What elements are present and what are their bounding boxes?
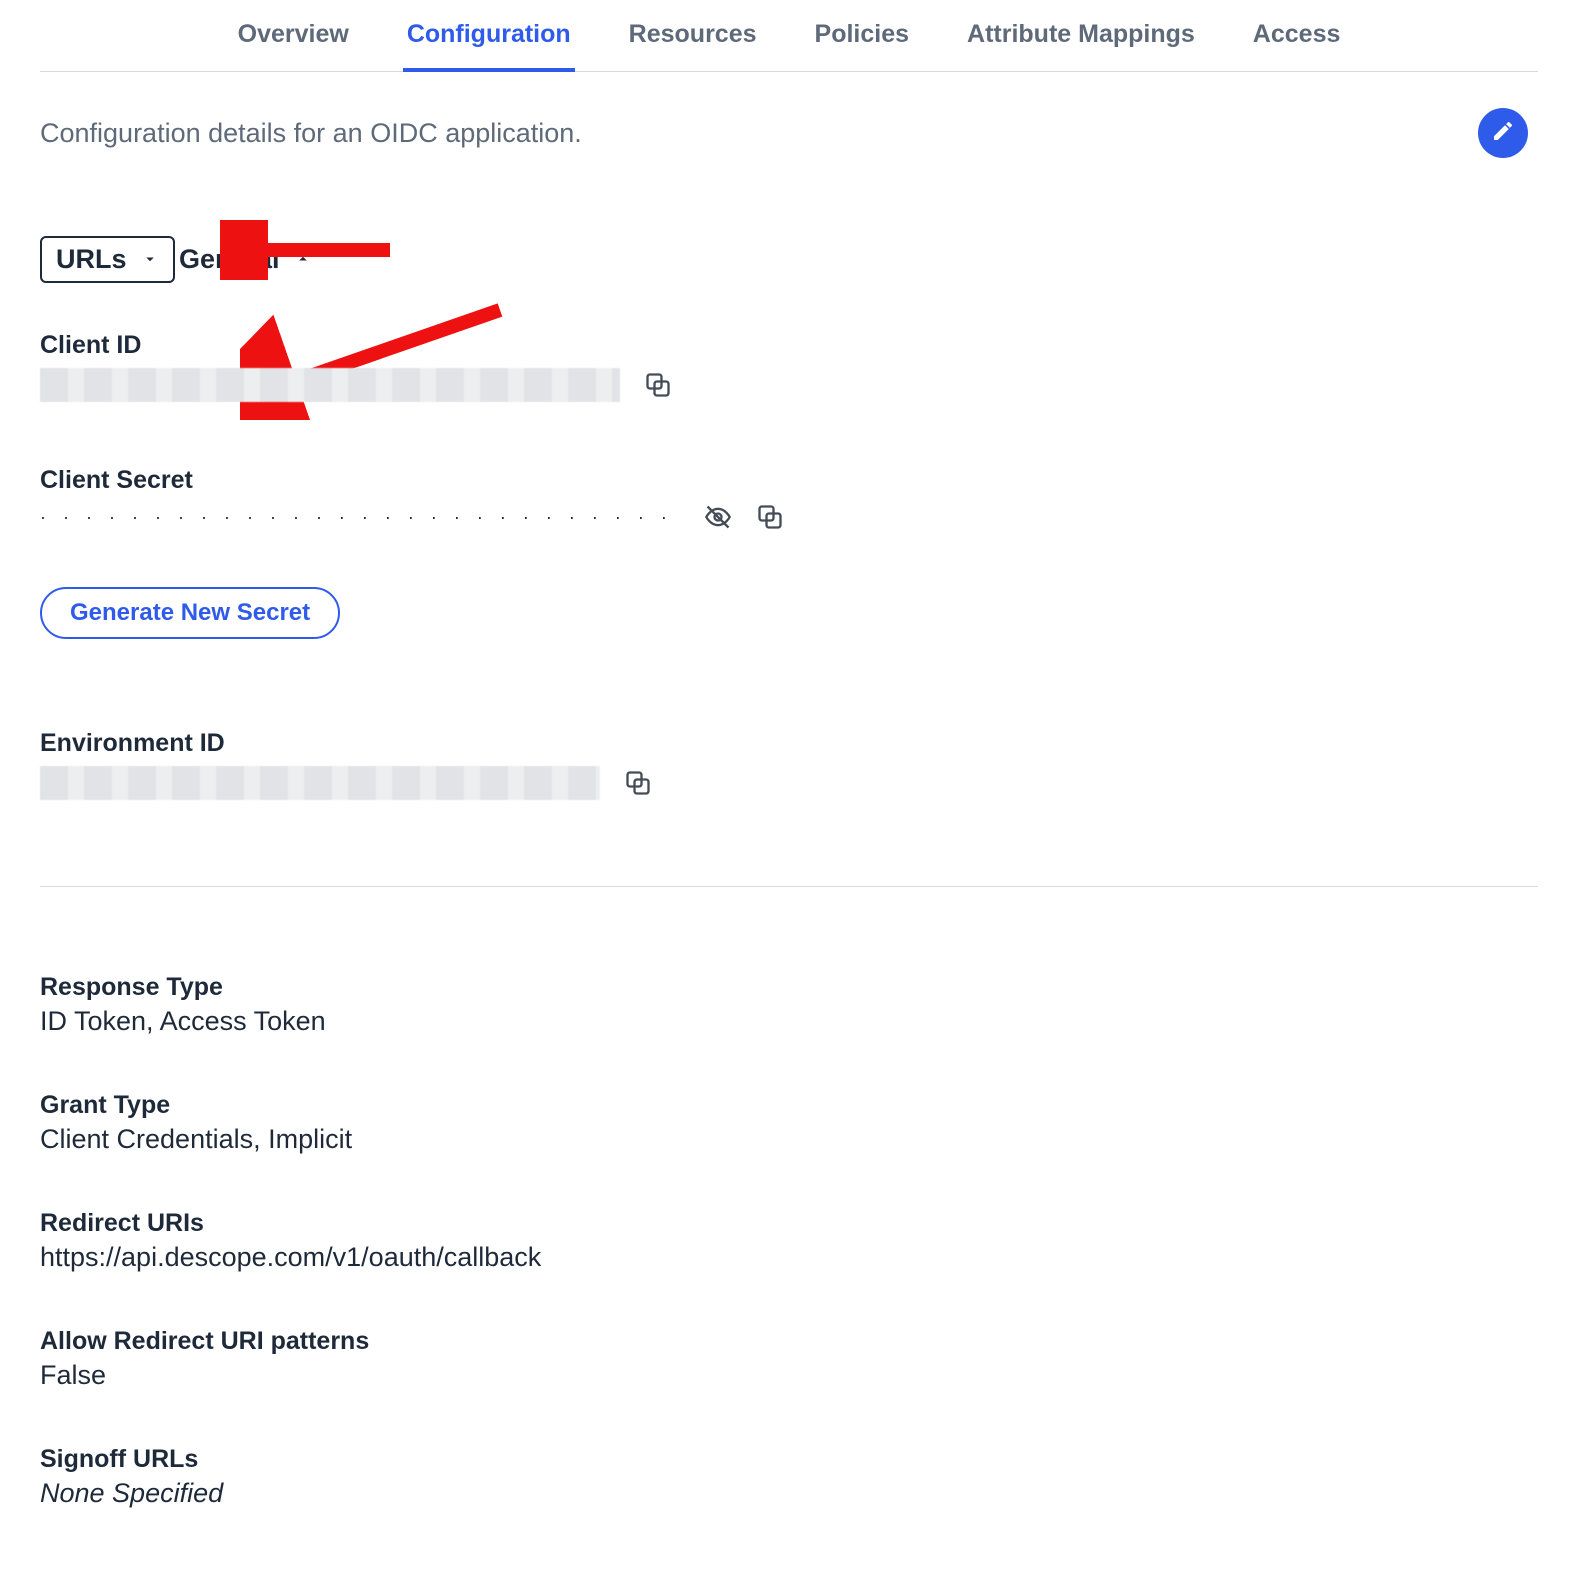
toggle-secret-visibility-button[interactable]: [704, 503, 732, 531]
allow-redirect-value: False: [40, 1360, 1538, 1391]
response-type-value: ID Token, Access Token: [40, 1006, 1538, 1037]
signoff-urls-value: None Specified: [40, 1478, 1538, 1509]
pencil-icon: [1491, 119, 1515, 148]
annotation-arrow-2: [240, 300, 520, 420]
signoff-urls-label: Signoff URLs: [40, 1445, 1538, 1474]
copy-client-secret-button[interactable]: [756, 503, 784, 531]
grant-type-value: Client Credentials, Implicit: [40, 1124, 1538, 1155]
copy-icon: [644, 371, 672, 399]
redirect-uris-label: Redirect URIs: [40, 1209, 1538, 1238]
tab-access[interactable]: Access: [1249, 20, 1345, 71]
allow-redirect-label: Allow Redirect URI patterns: [40, 1327, 1538, 1356]
tabs: Overview Configuration Resources Policie…: [40, 0, 1538, 72]
copy-environment-id-button[interactable]: [624, 769, 652, 797]
tab-policies[interactable]: Policies: [811, 20, 914, 71]
divider: [40, 886, 1538, 887]
chevron-down-icon: [141, 244, 159, 275]
client-secret-value: · · · · · · · · · · · · · · · · · · · · …: [40, 507, 680, 528]
client-secret-label: Client Secret: [40, 466, 1538, 495]
tab-overview[interactable]: Overview: [234, 20, 353, 71]
urls-dropdown[interactable]: URLs: [40, 236, 175, 283]
tab-resources[interactable]: Resources: [625, 20, 761, 71]
generate-new-secret-button[interactable]: Generate New Secret: [40, 587, 340, 639]
response-type-label: Response Type: [40, 973, 1538, 1002]
copy-icon: [756, 503, 784, 531]
tab-attribute-mappings[interactable]: Attribute Mappings: [963, 20, 1199, 71]
page-description: Configuration details for an OIDC applic…: [40, 118, 582, 149]
environment-id-label: Environment ID: [40, 729, 1538, 758]
copy-icon: [624, 769, 652, 797]
client-id-value: [40, 368, 620, 402]
copy-client-id-button[interactable]: [644, 371, 672, 399]
edit-button[interactable]: [1478, 108, 1528, 158]
grant-type-label: Grant Type: [40, 1091, 1538, 1120]
redirect-uris-value: https://api.descope.com/v1/oauth/callbac…: [40, 1242, 1538, 1273]
urls-dropdown-label: URLs: [56, 244, 127, 275]
tab-configuration[interactable]: Configuration: [403, 20, 575, 71]
environment-id-value: [40, 766, 600, 800]
eye-off-icon: [704, 503, 732, 531]
annotation-arrow-1: [220, 220, 400, 280]
